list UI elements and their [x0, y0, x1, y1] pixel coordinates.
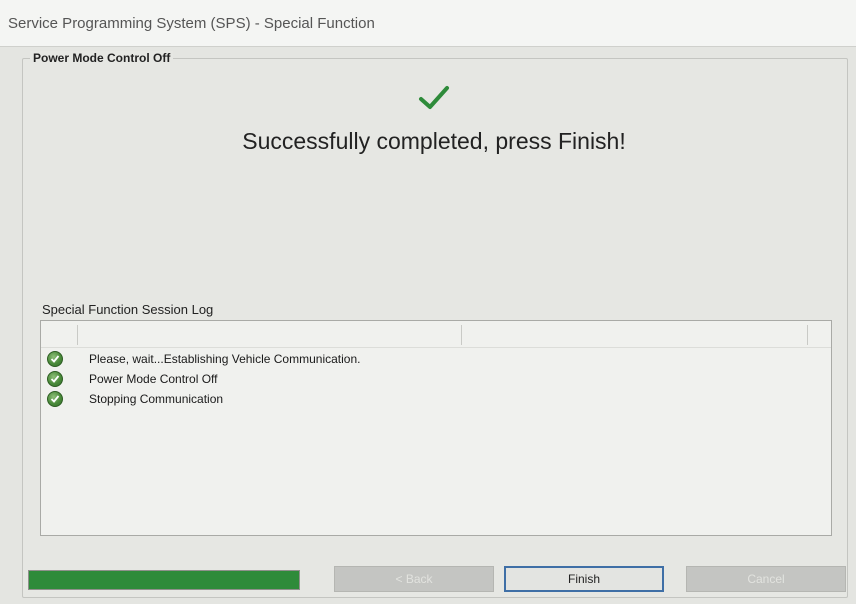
finish-button[interactable]: Finish [504, 566, 664, 592]
success-icon [47, 371, 63, 387]
sps-window: Service Programming System (SPS) - Speci… [0, 0, 856, 604]
back-button[interactable]: < Back [334, 566, 494, 592]
session-log-list[interactable]: Please, wait...Establishing Vehicle Comm… [40, 320, 832, 536]
column-divider[interactable] [461, 325, 462, 345]
checkmark-icon [419, 86, 449, 109]
log-entry-text: Please, wait...Establishing Vehicle Comm… [89, 352, 361, 366]
log-entry-text: Stopping Communication [89, 392, 224, 406]
progress-bar [28, 570, 300, 590]
session-log-label: Special Function Session Log [42, 302, 214, 317]
log-column-header [41, 321, 831, 348]
cancel-button[interactable]: Cancel [686, 566, 846, 592]
log-entry-text: Power Mode Control Off [89, 372, 218, 386]
column-divider[interactable] [77, 325, 78, 345]
progress-fill [29, 571, 299, 589]
window-title: Service Programming System (SPS) - Speci… [8, 15, 375, 32]
title-bar: Service Programming System (SPS) - Speci… [0, 0, 856, 47]
group-title: Power Mode Control Off [30, 51, 174, 65]
success-icon [47, 351, 63, 367]
success-message: Successfully completed, press Finish! [242, 128, 626, 154]
column-divider[interactable] [807, 325, 808, 345]
success-icon [47, 391, 63, 407]
